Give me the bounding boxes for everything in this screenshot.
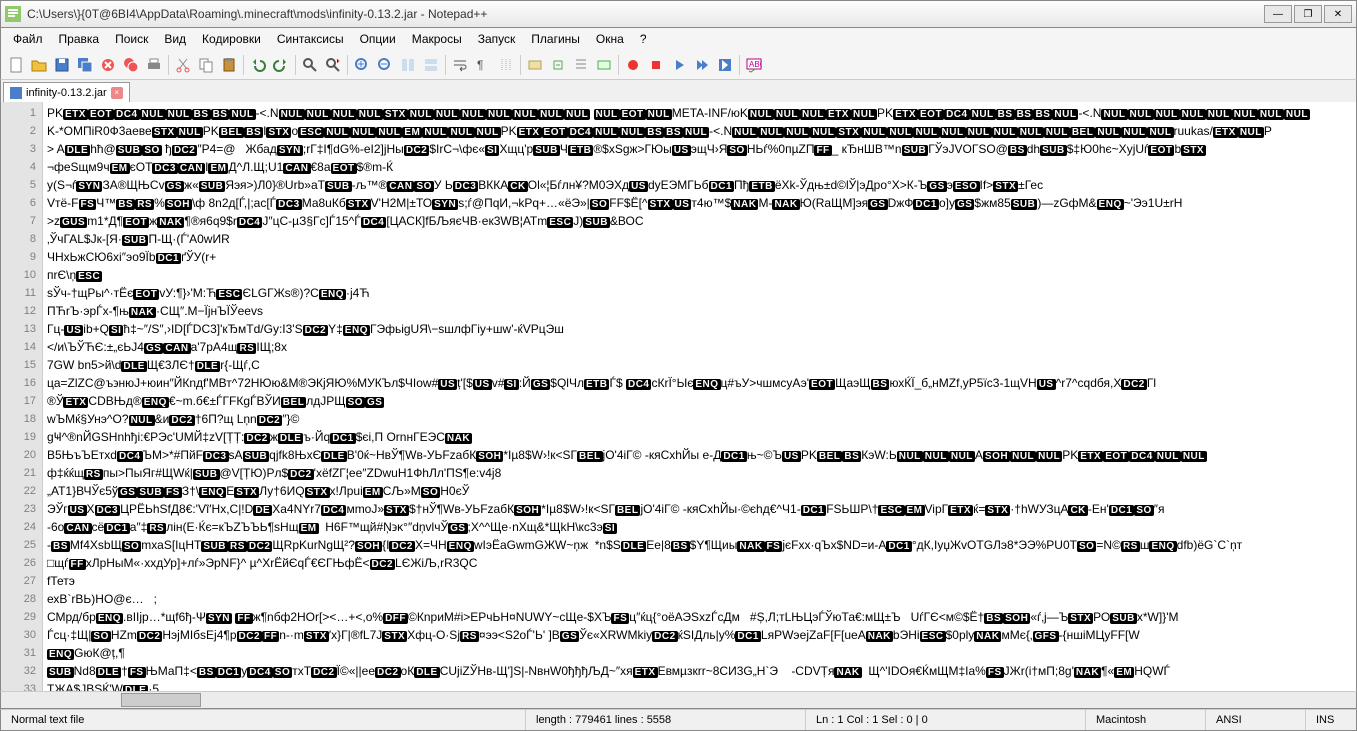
status-encoding: ANSI (1206, 710, 1306, 730)
record-macro-button[interactable] (622, 54, 644, 76)
save-button[interactable] (51, 54, 73, 76)
menu-help[interactable]: ? (632, 30, 655, 48)
menu-search[interactable]: Поиск (107, 30, 156, 48)
undo-button[interactable] (247, 54, 269, 76)
status-length: length : 779461 lines : 5558 (526, 710, 806, 730)
cut-button[interactable] (172, 54, 194, 76)
menu-syntax[interactable]: Синтаксисы (269, 30, 352, 48)
redo-button[interactable] (270, 54, 292, 76)
save-macro-button[interactable] (714, 54, 736, 76)
sync-h-button[interactable] (420, 54, 442, 76)
paste-button[interactable] (218, 54, 240, 76)
new-file-button[interactable] (5, 54, 27, 76)
status-eol: Macintosh (1086, 710, 1206, 730)
spellcheck-button[interactable]: ABC (743, 54, 765, 76)
print-button[interactable] (143, 54, 165, 76)
status-position: Ln : 1 Col : 1 Sel : 0 | 0 (806, 710, 1086, 730)
menu-edit[interactable]: Правка (51, 30, 108, 48)
scrollbar-thumb[interactable] (121, 693, 201, 707)
status-filetype: Normal text file (1, 710, 526, 730)
zoom-out-button[interactable] (374, 54, 396, 76)
menu-file[interactable]: Файл (5, 30, 51, 48)
show-all-chars-button[interactable]: ¶ (472, 54, 494, 76)
close-button[interactable]: ✕ (1324, 5, 1352, 23)
line-number-gutter: 1234567891011121314151617181920212223242… (1, 102, 43, 691)
menubar: Файл Правка Поиск Вид Кодировки Синтакси… (0, 28, 1357, 50)
window-controls: — ❐ ✕ (1264, 5, 1352, 23)
editor-area: 1234567891011121314151617181920212223242… (0, 102, 1357, 691)
close-all-button[interactable] (120, 54, 142, 76)
menu-options[interactable]: Опции (352, 30, 404, 48)
comment-button[interactable] (593, 54, 615, 76)
menu-windows[interactable]: Окна (588, 30, 632, 48)
status-mode: INS (1306, 710, 1356, 730)
minimize-button[interactable]: — (1264, 5, 1292, 23)
file-icon (10, 87, 22, 99)
statusbar: Normal text file length : 779461 lines :… (0, 709, 1357, 731)
menu-plugins[interactable]: Плагины (523, 30, 588, 48)
window-title: C:\Users\}{0T@6BI4\AppData\Roaming\.mine… (27, 7, 1264, 21)
toolbar: ¶ ABC (0, 50, 1357, 80)
text-content[interactable]: PKETXEOTDC4NULNULBSBSNUL-<.NNULNULNULNUL… (43, 102, 1356, 691)
maximize-button[interactable]: ❐ (1294, 5, 1322, 23)
horizontal-scrollbar[interactable] (0, 691, 1357, 709)
menu-macros[interactable]: Макросы (404, 30, 470, 48)
menu-run[interactable]: Запуск (470, 30, 524, 48)
play-macro-button[interactable] (668, 54, 690, 76)
app-icon (5, 6, 21, 22)
save-all-button[interactable] (74, 54, 96, 76)
stop-macro-button[interactable] (645, 54, 667, 76)
menu-view[interactable]: Вид (156, 30, 194, 48)
indent-guide-button[interactable] (495, 54, 517, 76)
svg-text:ABC: ABC (749, 60, 762, 69)
file-tab[interactable]: infinity-0.13.2.jar × (3, 82, 130, 102)
function-list-button[interactable] (570, 54, 592, 76)
zoom-in-button[interactable] (351, 54, 373, 76)
tab-label: infinity-0.13.2.jar (26, 87, 107, 99)
titlebar: C:\Users\}{0T@6BI4\AppData\Roaming\.mine… (0, 0, 1357, 28)
foldall-button[interactable] (547, 54, 569, 76)
lang-button[interactable] (524, 54, 546, 76)
wordwrap-button[interactable] (449, 54, 471, 76)
find-button[interactable] (299, 54, 321, 76)
close-file-button[interactable] (97, 54, 119, 76)
tab-close-button[interactable]: × (111, 87, 123, 99)
menu-encoding[interactable]: Кодировки (194, 30, 269, 48)
tabbar: infinity-0.13.2.jar × (0, 80, 1357, 102)
replace-button[interactable] (322, 54, 344, 76)
play-multi-button[interactable] (691, 54, 713, 76)
copy-button[interactable] (195, 54, 217, 76)
sync-v-button[interactable] (397, 54, 419, 76)
open-file-button[interactable] (28, 54, 50, 76)
svg-text:¶: ¶ (477, 58, 483, 72)
